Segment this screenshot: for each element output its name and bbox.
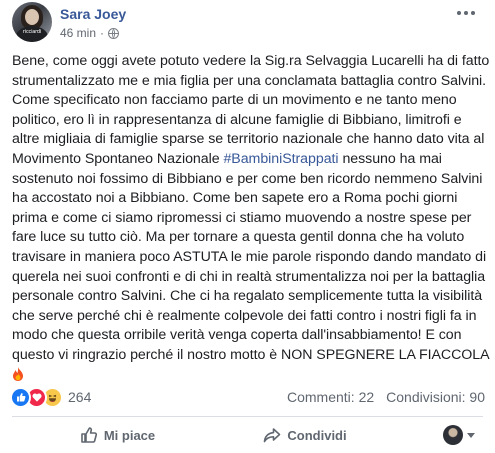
post-meta: 46 min · xyxy=(60,25,120,41)
post-body-text-2: nessuno ha mai sostenuto noi fossimo di … xyxy=(12,150,490,363)
like-reaction-icon xyxy=(10,386,31,408)
hashtag-link[interactable]: #BambiniStrappati xyxy=(223,151,338,167)
thumbs-up-icon xyxy=(81,427,97,443)
comments-count[interactable]: Commenti: 22 xyxy=(287,389,374,405)
fire-icon xyxy=(12,366,24,381)
reaction-count[interactable]: 264 xyxy=(68,389,91,405)
author-avatar[interactable]: ricciardi xyxy=(12,2,52,42)
shares-count[interactable]: Condivisioni: 90 xyxy=(386,389,485,405)
action-bar: Mi piace Condividi xyxy=(0,417,495,453)
like-button[interactable]: Mi piace xyxy=(0,419,195,451)
share-button-label: Condividi xyxy=(287,427,347,443)
viewer-avatar xyxy=(443,425,463,445)
chevron-down-icon xyxy=(467,432,475,438)
post-as-selector[interactable] xyxy=(443,425,475,445)
meta-separator: · xyxy=(100,26,105,40)
post-body-text-1: Bene, come oggi avete potuto vedere la S… xyxy=(12,53,490,167)
avatar-caption: ricciardi xyxy=(22,29,42,35)
facebook-post: ricciardi Sara Joey 46 min · Bene, come … xyxy=(0,0,495,453)
globe-icon[interactable] xyxy=(108,27,120,39)
author-name[interactable]: Sara Joey xyxy=(60,5,126,23)
reactions-summary[interactable]: 264 xyxy=(10,386,91,408)
more-options-icon[interactable] xyxy=(455,6,477,20)
share-button[interactable]: Condividi xyxy=(195,419,415,451)
post-timestamp[interactable]: 46 min xyxy=(60,25,96,41)
post-stats: Commenti: 22 Condivisioni: 90 xyxy=(287,389,485,405)
share-arrow-icon xyxy=(264,428,281,443)
post-body: Bene, come oggi avete potuto vedere la S… xyxy=(12,52,490,385)
like-button-label: Mi piace xyxy=(103,427,156,443)
